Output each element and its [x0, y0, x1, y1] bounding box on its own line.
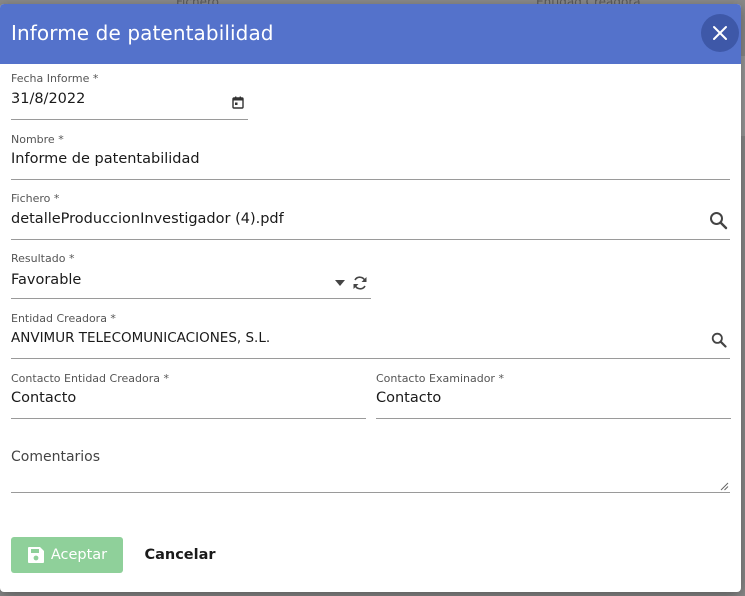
contacto-entidad-select[interactable]: Contacto: [11, 390, 76, 406]
cancel-button[interactable]: Cancelar: [136, 537, 224, 573]
entidad-creadora-value[interactable]: ANVIMUR TELECOMUNICACIONES, S.L.: [11, 330, 270, 346]
accept-button[interactable]: Aceptar: [11, 537, 123, 573]
patent-report-dialog: Informe de patentabilidad Fecha Informe …: [0, 4, 741, 592]
contacto-entidad-field[interactable]: Contacto Entidad Creadora * Contacto: [11, 372, 366, 419]
resize-handle-icon[interactable]: [720, 482, 729, 491]
nombre-underline: [11, 179, 730, 180]
contacto-entidad-underline: [11, 418, 366, 419]
comentarios-underline: [11, 492, 730, 493]
accept-button-label: Aceptar: [50, 547, 108, 563]
fecha-informe-label: Fecha Informe *: [11, 72, 99, 85]
resultado-field[interactable]: Resultado * Favorable: [11, 252, 371, 299]
fichero-label: Fichero *: [11, 192, 60, 205]
comentarios-field[interactable]: Comentarios: [11, 449, 730, 493]
entidad-creadora-underline: [11, 358, 730, 359]
fecha-informe-value[interactable]: 31/8/2022: [11, 91, 85, 107]
dialog-header: Informe de patentabilidad: [0, 4, 741, 64]
nombre-label: Nombre *: [11, 133, 64, 146]
contacto-examinador-field[interactable]: Contacto Examinador * Contacto: [376, 372, 731, 419]
nombre-field[interactable]: Nombre * Informe de patentabilidad: [11, 133, 730, 180]
contacto-examinador-label: Contacto Examinador *: [376, 372, 504, 385]
comentarios-label: Comentarios: [11, 449, 101, 465]
contacto-examinador-underline: [376, 418, 731, 419]
fichero-value[interactable]: detalleProduccionInvestigador (4).pdf: [11, 211, 284, 227]
nombre-input[interactable]: Informe de patentabilidad: [11, 151, 200, 167]
save-icon: [27, 547, 44, 563]
resultado-select[interactable]: Favorable: [11, 272, 81, 288]
fecha-informe-field[interactable]: Fecha Informe * 31/8/2022: [11, 72, 248, 120]
contacto-entidad-label: Contacto Entidad Creadora *: [11, 372, 169, 385]
chevron-down-icon[interactable]: [335, 280, 345, 286]
refresh-icon[interactable]: [351, 274, 369, 292]
contacto-examinador-select[interactable]: Contacto: [376, 390, 441, 406]
entidad-creadora-field[interactable]: Entidad Creadora * ANVIMUR TELECOMUNICAC…: [11, 312, 730, 359]
dialog-title: Informe de patentabilidad: [11, 21, 274, 45]
calendar-icon[interactable]: [232, 96, 244, 109]
fecha-informe-underline: [11, 119, 248, 120]
fichero-underline: [11, 239, 730, 240]
background-divider: [741, 56, 745, 136]
close-button[interactable]: [701, 14, 739, 52]
resultado-label: Resultado *: [11, 252, 75, 265]
fichero-field[interactable]: Fichero * detalleProduccionInvestigador …: [11, 192, 730, 240]
search-icon[interactable]: [709, 211, 728, 230]
entidad-creadora-label: Entidad Creadora *: [11, 312, 116, 325]
resultado-underline: [11, 298, 371, 299]
search-icon[interactable]: [711, 332, 727, 348]
close-icon: [713, 26, 727, 40]
